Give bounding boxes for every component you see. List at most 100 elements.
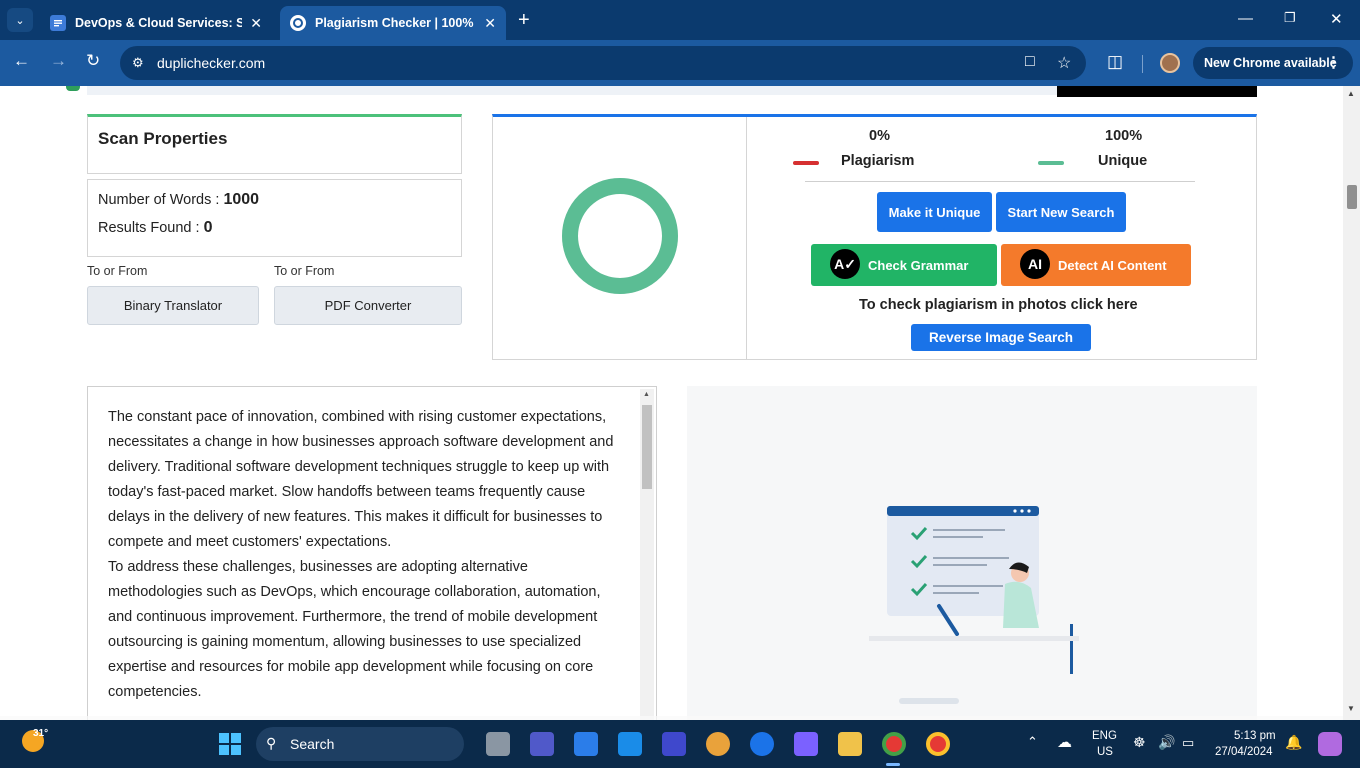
results-found-stat: Results Found : 0 <box>98 219 213 237</box>
onedrive-cloud-icon[interactable]: ☁ <box>1057 733 1072 751</box>
reverse-image-search-button[interactable]: Reverse Image Search <box>911 324 1091 351</box>
check-grammar-button[interactable]: A✓ Check Grammar <box>811 244 997 286</box>
unique-percent: 100% <box>1105 128 1143 144</box>
grammar-check-icon: A✓ <box>830 249 860 279</box>
close-icon[interactable]: ✕ <box>250 15 262 32</box>
plagiarism-percent: 0% <box>869 128 890 144</box>
bookmark-star-icon[interactable]: ☆ <box>1057 53 1071 73</box>
scroll-up-arrow-icon[interactable]: ▲ <box>1347 89 1355 98</box>
toolbar-divider <box>1142 55 1143 73</box>
back-arrow-icon[interactable]: ← <box>13 51 30 71</box>
restore-icon[interactable]: ❐ <box>1284 10 1296 26</box>
clock-date[interactable]: 27/04/2024 <box>1215 746 1273 758</box>
task-view-icon[interactable] <box>486 732 510 756</box>
duplichecker-icon <box>290 15 306 31</box>
battery-icon[interactable]: ▭ <box>1182 735 1194 751</box>
tab-title: DevOps & Cloud Services: Streamline <box>75 16 243 30</box>
donut-unique-arc <box>562 178 678 294</box>
taskbar-search-label: Search <box>290 736 335 752</box>
page-scrollbar[interactable]: ▲ ▼ <box>1343 86 1360 720</box>
binary-translator-button[interactable]: Binary Translator <box>87 286 259 325</box>
content-textarea[interactable]: The constant pace of innovation, combine… <box>87 386 657 720</box>
window-close-icon[interactable]: ✕ <box>1330 10 1343 28</box>
unique-label: Unique <box>1098 153 1148 169</box>
results-found-label: Results Found : <box>98 220 200 236</box>
scroll-up-arrow-icon[interactable]: ▲ <box>643 391 650 398</box>
new-tab-plus-icon[interactable]: + <box>518 9 530 32</box>
tab-plagiarism-checker[interactable]: Plagiarism Checker | 100% Free ✕ <box>280 6 506 40</box>
check-grammar-label: Check Grammar <box>868 257 969 273</box>
make-it-unique-button[interactable]: Make it Unique <box>877 192 992 232</box>
detect-ai-content-button[interactable]: AI Detect AI Content <box>1001 244 1191 286</box>
extensions-puzzle-icon[interactable]: ◫ <box>1107 52 1123 72</box>
windows-taskbar: 31° ⚲ Search ⌃ ☁ ENG US ☸ 🔊 ▭ 5:13 pm 27… <box>0 720 1360 768</box>
tab-devops[interactable]: DevOps & Cloud Services: Streamline ✕ <box>40 6 272 40</box>
search-icon: ⚲ <box>266 735 277 751</box>
top-green-tab <box>66 86 80 91</box>
result-divider <box>746 117 747 360</box>
result-separator <box>805 181 1195 182</box>
chevron-up-icon[interactable]: ⌃ <box>1027 734 1038 750</box>
word-count-stat: Number of Words : 1000 <box>98 191 259 209</box>
scroll-down-arrow-icon[interactable]: ▼ <box>1347 704 1355 713</box>
app-icon[interactable] <box>662 732 686 756</box>
tab-title: Plagiarism Checker | 100% Free <box>315 16 476 30</box>
content-text: The constant pace of innovation, combine… <box>108 405 618 705</box>
page-scroll-thumb[interactable] <box>1347 185 1357 209</box>
detect-ai-label: Detect AI Content <box>1058 257 1167 273</box>
content-paragraph: The constant pace of innovation, combine… <box>108 409 614 550</box>
site-settings-icon[interactable]: ⚙ <box>132 55 144 71</box>
ai-detector-icon: AI <box>1020 249 1050 279</box>
chrome-profile-icon[interactable] <box>926 732 950 756</box>
start-new-search-button[interactable]: Start New Search <box>996 192 1126 232</box>
windows-start-icon[interactable] <box>218 732 242 756</box>
teams-icon[interactable] <box>530 732 554 756</box>
file-explorer-icon[interactable] <box>838 732 862 756</box>
language-bottom[interactable]: US <box>1097 746 1113 758</box>
checklist-illustration <box>869 506 1079 704</box>
microsoft-store-icon[interactable] <box>574 732 598 756</box>
scan-properties-title: Scan Properties <box>98 129 228 148</box>
url-text: duplichecker.com <box>157 55 266 71</box>
docs-icon <box>50 15 66 31</box>
notification-bell-icon[interactable]: 🔔 <box>1285 734 1302 751</box>
textarea-scrollbar[interactable]: ▲ <box>640 389 654 720</box>
unique-legend-swatch <box>1038 161 1064 165</box>
more-vertical-icon[interactable]: ⋮ <box>1326 53 1341 71</box>
network-app-icon[interactable] <box>750 732 774 756</box>
mail-icon[interactable] <box>618 732 642 756</box>
browser-tab-bar: ⌄ DevOps & Cloud Services: Streamline ✕ … <box>0 0 1360 40</box>
reload-icon[interactable]: ↻ <box>86 51 100 71</box>
slack-icon[interactable] <box>706 732 730 756</box>
browser-toolbar: ← → ↻ ⚙ duplichecker.com □ ☆ ◫ New Chrom… <box>0 40 1360 86</box>
volume-icon[interactable]: 🔊 <box>1158 734 1175 751</box>
clock-time[interactable]: 5:13 pm <box>1234 730 1276 742</box>
tool-caption: To or From <box>87 264 148 278</box>
minimize-icon[interactable]: — <box>1238 10 1253 27</box>
install-app-icon[interactable]: □ <box>1025 53 1035 71</box>
web-page: Scan Properties Number of Words : 1000 R… <box>0 86 1343 720</box>
plagiarism-label: Plagiarism <box>841 153 915 169</box>
tool-caption: To or From <box>274 264 335 278</box>
word-count-label: Number of Words : <box>98 192 220 208</box>
address-bar[interactable]: ⚙ duplichecker.com □ ☆ <box>120 46 1086 80</box>
textarea-scroll-thumb[interactable] <box>642 405 652 489</box>
forward-arrow-icon[interactable]: → <box>50 51 67 71</box>
word-count-value: 1000 <box>223 191 260 208</box>
copilot-pre-icon[interactable] <box>1318 732 1342 756</box>
weather-temperature: 31° <box>33 728 49 739</box>
language-top[interactable]: ENG <box>1092 730 1117 742</box>
profile-avatar[interactable] <box>1160 53 1180 73</box>
tab-search-button[interactable]: ⌄ <box>7 8 33 32</box>
new-chrome-label: New Chrome available <box>1204 56 1337 70</box>
active-app-indicator <box>886 763 900 766</box>
wifi-icon[interactable]: ☸ <box>1133 734 1146 751</box>
copilot-icon[interactable] <box>794 732 818 756</box>
chevron-down-icon: ⌄ <box>15 14 25 27</box>
taskbar-search-box[interactable]: ⚲ Search <box>256 727 464 761</box>
close-icon[interactable]: ✕ <box>484 15 496 32</box>
content-paragraph: To address these challenges, businesses … <box>108 559 601 700</box>
new-chrome-available-button[interactable]: New Chrome available ⋮ <box>1193 47 1353 79</box>
pdf-converter-button[interactable]: PDF Converter <box>274 286 462 325</box>
chrome-icon[interactable] <box>882 732 906 756</box>
